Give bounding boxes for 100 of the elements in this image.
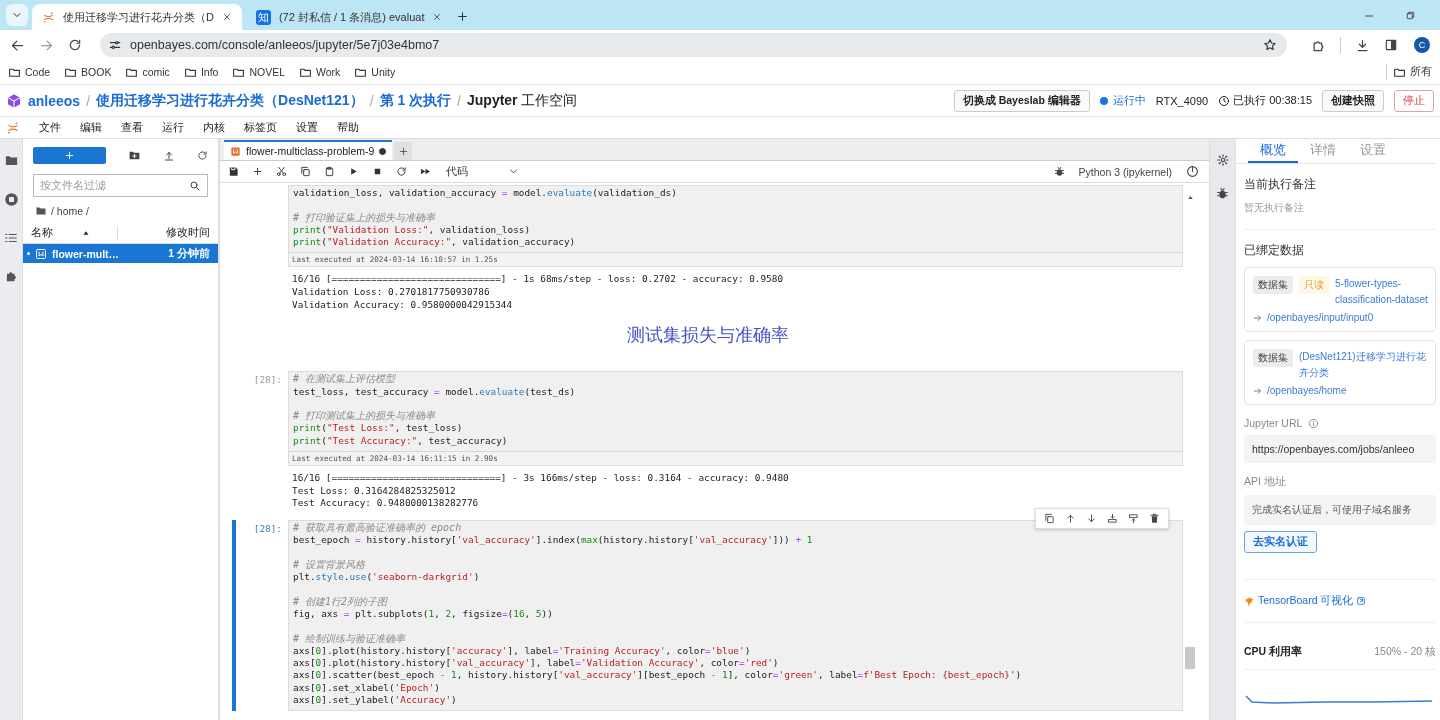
file-row[interactable]: flower-mult… 1 分钟前 [23, 244, 218, 263]
bookmark-folder[interactable]: Work [299, 65, 341, 79]
restore-icon[interactable] [1405, 10, 1416, 21]
dataset-link[interactable]: (DesNet121)迁移学习进行花卉分类 [1299, 349, 1429, 381]
cut-icon[interactable] [276, 166, 287, 177]
code-line: # 设置背景风格 [293, 558, 367, 571]
site-favicon: 知 [255, 9, 271, 25]
notebook-tab[interactable]: flower-multiclass-problem-9 [224, 140, 393, 160]
reload-icon[interactable] [68, 38, 82, 52]
type-tag: 数据集 [1253, 276, 1293, 294]
insert-above-icon[interactable] [1107, 512, 1118, 524]
upload-icon[interactable] [163, 149, 175, 162]
delete-icon[interactable] [1149, 512, 1160, 524]
profile-avatar[interactable]: C [1414, 37, 1430, 53]
bookmark-folder[interactable]: NOVEL [232, 65, 285, 79]
new-folder-icon[interactable] [128, 149, 141, 162]
editor-switch-button[interactable]: 切换成 Bayeslab 编辑器 [953, 89, 1090, 112]
browser-tab[interactable]: 使用迁移学习进行花卉分类（D [32, 4, 242, 30]
status-label: 运行中 [1112, 93, 1146, 108]
bug-icon[interactable] [1216, 187, 1229, 200]
external-link-icon[interactable] [1356, 596, 1367, 606]
menu-item[interactable]: 运行 [162, 120, 184, 135]
bookmark-folder[interactable]: 所有 [1393, 65, 1432, 79]
dataset-link[interactable]: 5-flower-types-classification-dataset [1335, 276, 1429, 308]
menu-item[interactable]: 标签页 [244, 120, 277, 135]
field-label: Jupyter URL [1244, 417, 1303, 429]
address-bar[interactable]: openbayes.com/console/anleeos/jupyter/5e7j03e4bmo7 [100, 33, 1287, 57]
stop-circle-icon[interactable] [3, 192, 19, 207]
breadcrumb-separator: / [457, 92, 461, 109]
path-breadcrumb[interactable]: / home / [51, 205, 89, 217]
run-icon[interactable] [348, 166, 359, 177]
menu-item[interactable]: 编辑 [80, 120, 102, 135]
breadcrumb-separator: / [369, 92, 374, 109]
side-panel-icon[interactable] [1384, 38, 1398, 52]
new-tab-icon[interactable] [456, 10, 470, 23]
paste-icon[interactable] [324, 166, 335, 177]
type-tag: 数据集 [1253, 349, 1293, 367]
stop-icon[interactable] [372, 166, 383, 177]
url-field[interactable]: https://openbayes.com/jobs/anleeo [1244, 435, 1436, 463]
move-up-icon[interactable] [1065, 512, 1076, 524]
breadcrumb-link[interactable]: anleeos [28, 92, 81, 109]
plus-icon [64, 150, 75, 161]
tensorboard-link[interactable]: TensorBoard 可视化 [1258, 594, 1354, 608]
breadcrumb-link[interactable]: 使用迁移学习进行花卉分类（DesNet121） [96, 91, 364, 110]
bookmark-folder[interactable]: comic [125, 65, 170, 79]
elapsed-time: 已执行 00:38:15 [1233, 93, 1312, 108]
folder-icon[interactable] [3, 153, 19, 168]
code-line: # 创建1行2列的子图 [293, 595, 389, 608]
restart-icon[interactable] [396, 166, 407, 177]
bug-icon[interactable] [1053, 166, 1065, 177]
save-icon[interactable] [228, 166, 239, 177]
puzzle-icon[interactable] [4, 269, 18, 283]
menu-item[interactable]: 文件 [39, 120, 61, 135]
download-icon[interactable] [1355, 37, 1370, 53]
menu-item[interactable]: 帮助 [337, 120, 359, 135]
fast-forward-icon[interactable] [420, 166, 431, 177]
section-heading: 测试集损失与准确率 [625, 324, 790, 348]
duplicate-icon[interactable] [1044, 512, 1055, 524]
add-cell-icon[interactable] [252, 166, 263, 177]
stop-button[interactable]: 停止 [1394, 89, 1434, 112]
menu-item[interactable]: 设置 [296, 120, 318, 135]
snapshot-button[interactable]: 创建快照 [1322, 89, 1384, 112]
column-header[interactable]: 修改时间 [117, 226, 210, 240]
info-icon[interactable] [1308, 417, 1320, 429]
close-icon[interactable] [432, 12, 443, 22]
code-line: axs[0].plot(history.history['accuracy'], label='Training Accuracy', color='blue') [293, 644, 752, 658]
breadcrumb-link[interactable]: 第 1 次执行 [379, 91, 452, 110]
bookmark-folder[interactable]: Info [183, 65, 219, 79]
refresh-icon[interactable] [197, 150, 208, 161]
code-line: best_epoch = history.history['val_accuracy'].index(max(history.history['val_accuracy'])) + 1 [293, 534, 814, 547]
cell-type-dropdown[interactable]: 代码 [444, 164, 519, 179]
browser-tab[interactable]: 知 (72 封私信 / 1 条消息) evaluat [245, 4, 453, 30]
list-icon[interactable] [4, 231, 18, 245]
star-icon[interactable] [1263, 38, 1277, 52]
new-tab-button[interactable] [394, 142, 413, 160]
output-line: Validation Loss: 0.2701817750930786 [292, 286, 491, 299]
code-line: print("Test Accuracy:", test_accuracy) [293, 434, 509, 448]
menu-item[interactable]: 查看 [121, 120, 143, 135]
bookmark-folder[interactable]: Unity [354, 65, 396, 79]
bookmark-folder[interactable]: Code [8, 65, 51, 79]
copy-icon[interactable] [300, 166, 311, 177]
kernel-name[interactable]: Python 3 (ipykernel) [1078, 165, 1172, 178]
section-title: 已绑定数据 [1244, 242, 1305, 259]
move-down-icon[interactable] [1086, 512, 1097, 524]
notebook-icon [230, 145, 241, 157]
menu-item[interactable]: 内核 [203, 120, 225, 135]
verify-button[interactable]: 去实名认证 [1244, 531, 1317, 553]
scrollbar-thumb[interactable] [1185, 647, 1195, 669]
insert-below-icon[interactable] [1128, 512, 1139, 524]
arrow-right-icon [1253, 385, 1263, 396]
close-icon[interactable] [221, 12, 232, 22]
code-line: axs[0].set_ylabel('Accuracy') [293, 694, 458, 707]
bookmark-folder[interactable]: BOOK [64, 65, 112, 79]
panel-tab[interactable]: 概览 [1248, 139, 1298, 163]
site-settings-icon[interactable] [108, 38, 122, 52]
column-header[interactable]: 名称 [31, 226, 53, 240]
code-line: axs[0].scatter(best_epoch - 1, history.history['val_accuracy'][best_epoch - 1], color='green', label=f'Best Epoch: {best_epoch}') [293, 669, 1023, 682]
readonly-tag: 只读 [1299, 276, 1329, 294]
cube-logo-icon [6, 92, 22, 109]
code-line: test_loss, test_accuracy = model.evaluate(test_ds) [293, 385, 577, 398]
